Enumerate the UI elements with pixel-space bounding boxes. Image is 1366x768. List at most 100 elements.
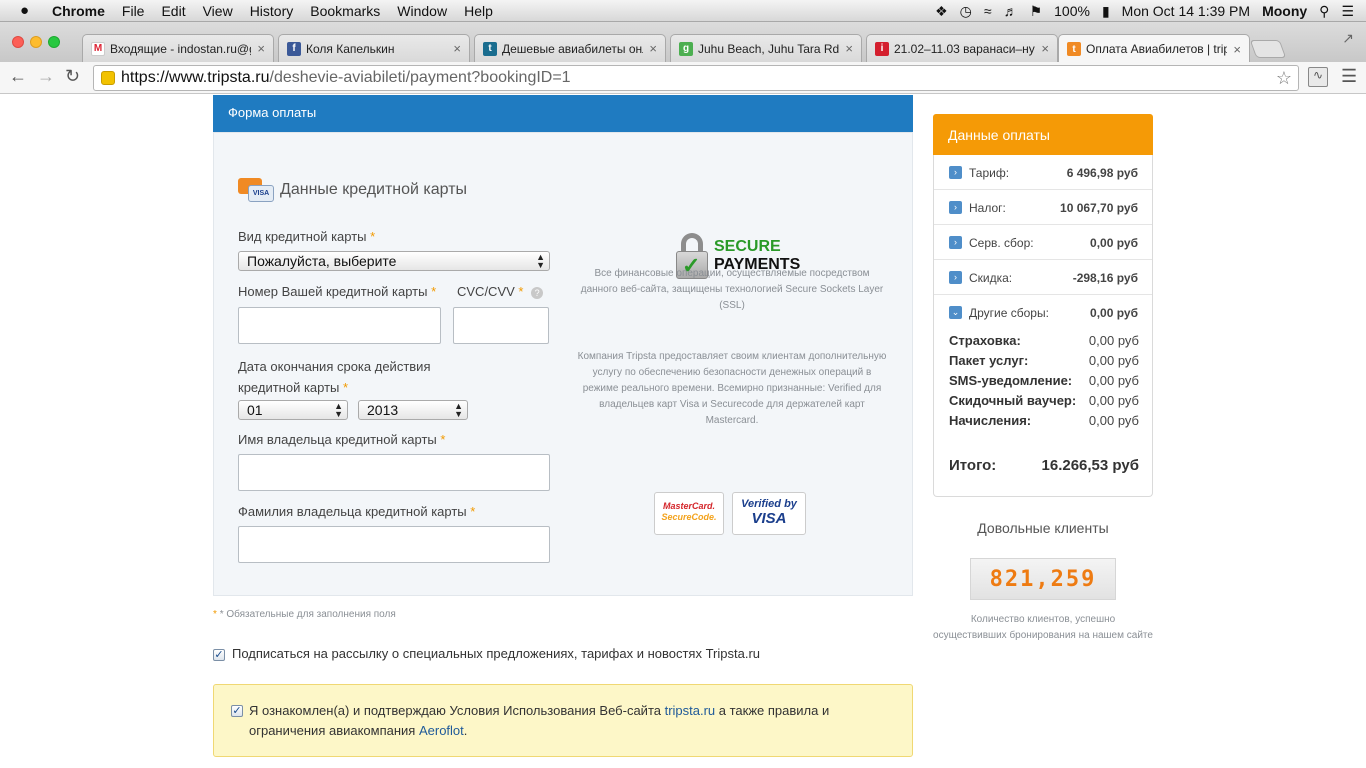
menu-app-chrome[interactable]: Chrome xyxy=(52,3,105,19)
tab-close-icon[interactable]: × xyxy=(1233,42,1241,57)
close-window-icon[interactable] xyxy=(12,36,24,48)
address-bar[interactable]: https://www.tripsta.ru /deshevie-aviabil… xyxy=(93,65,1299,91)
total-row: Итого: 16.266,53 руб xyxy=(949,457,1139,474)
tab-close-icon[interactable]: × xyxy=(453,41,461,56)
terms-text: Я ознакомлен(а) и подтверждаю Условия Ис… xyxy=(249,703,830,738)
tab-tripsta-payment[interactable]: t Оплата Авиабилетов | trip × xyxy=(1058,34,1250,63)
card-type-select[interactable]: Пожалуйста, выберите ▲ ▼ xyxy=(238,251,550,271)
expiry-year-select[interactable]: 2013 ▲ ▼ xyxy=(358,400,468,420)
spotlight-search-icon[interactable]: ⚲ xyxy=(1319,3,1329,20)
tab-close-icon[interactable]: × xyxy=(649,41,657,56)
verified-by-visa-logo: Verified by VISA xyxy=(732,492,806,535)
summary-row-service-fee[interactable]: › Серв. сбор: 0,00 руб xyxy=(934,225,1152,260)
window-controls xyxy=(12,36,60,48)
aeroflot-rules-link[interactable]: Aeroflot xyxy=(419,723,464,738)
terms-box: ✓ Я ознакомлен(а) и подтверждаю Условия … xyxy=(213,684,913,757)
holder-name-input[interactable] xyxy=(238,454,550,491)
select-arrows-icon: ▲ ▼ xyxy=(334,401,343,419)
help-icon[interactable]: ? xyxy=(531,286,544,299)
mastercard-securecode-logo: MasterCard. SecureCode. xyxy=(654,492,724,535)
tripsta-icon: t xyxy=(483,41,497,56)
battery-icon[interactable]: ▮ xyxy=(1102,3,1110,20)
cvc-label: CVC/CVV * ? xyxy=(457,284,544,299)
summary-row-other-fees[interactable]: ⌄ Другие сборы: 0,00 руб xyxy=(934,295,1152,330)
zoom-window-icon[interactable] xyxy=(48,36,60,48)
gmail-icon: M xyxy=(91,41,105,56)
menu-window[interactable]: Window xyxy=(397,3,447,19)
tab-close-icon[interactable]: × xyxy=(257,41,265,56)
wifi-icon[interactable]: ≈ xyxy=(984,3,992,19)
summary-row-tax[interactable]: › Налог: 10 067,70 руб xyxy=(934,190,1152,225)
menu-help[interactable]: Help xyxy=(464,3,493,19)
flag-icon[interactable]: ⚑ xyxy=(1030,3,1043,20)
menu-history[interactable]: History xyxy=(250,3,294,19)
holder-name-label: Имя владельца кредитной карты * xyxy=(238,432,446,447)
menu-bookmarks[interactable]: Bookmarks xyxy=(310,3,380,19)
tab-close-icon[interactable]: × xyxy=(845,41,853,56)
secure-title: SECURE xyxy=(714,238,781,255)
other-fee-charges: Начисления: 0,00 руб xyxy=(949,413,1139,428)
menu-edit[interactable]: Edit xyxy=(161,3,185,19)
menubar-status: ❖ ◷ ≈ ♬ ⚑ 100% ▮ Mon Oct 14 1:39 PM Moon… xyxy=(935,0,1366,22)
holder-surname-input[interactable] xyxy=(238,526,550,563)
expiry-month-select[interactable]: 01 ▲ ▼ xyxy=(238,400,348,420)
card-type-label: Вид кредитной карты * xyxy=(238,229,376,244)
tab-close-icon[interactable]: × xyxy=(1041,41,1049,56)
tab-varanasi[interactable]: i 21.02–11.03 варанаси–ну × xyxy=(866,34,1058,62)
chevron-right-icon: › xyxy=(949,201,962,214)
card-number-input[interactable] xyxy=(238,307,441,344)
tab-tripsta-cheap[interactable]: t Дешевые авиабилеты онл × xyxy=(474,34,666,62)
fullscreen-icon[interactable]: ↗ xyxy=(1342,30,1354,47)
back-icon[interactable]: ← xyxy=(9,66,27,87)
tab-title: Оплата Авиабилетов | trip xyxy=(1086,42,1228,56)
other-fee-insurance: Страховка: 0,00 руб xyxy=(949,333,1139,348)
maps-icon: g xyxy=(679,41,693,56)
card-number-label: Номер Вашей кредитной карты * xyxy=(238,284,437,299)
tab-bar: M Входящие - indostan.ru@g × f Коля Капе… xyxy=(0,22,1366,63)
tab-gmail[interactable]: M Входящие - indostan.ru@g × xyxy=(82,34,274,62)
battery-percent[interactable]: 100% xyxy=(1054,3,1090,19)
user-name[interactable]: Moony xyxy=(1262,3,1307,19)
subscribe-label: Подписаться на рассылку о специальных пр… xyxy=(232,646,761,661)
payment-summary: › Тариф: 6 496,98 руб › Налог: 10 067,70 р… xyxy=(933,155,1153,497)
tab-maps[interactable]: g Juhu Beach, Juhu Tara Rd, J × xyxy=(670,34,862,62)
credit-card-section-title: VISA Данные кредитной карты xyxy=(238,178,467,202)
tab-title: 21.02–11.03 варанаси–ну xyxy=(894,41,1035,56)
chevron-right-icon: › xyxy=(949,166,962,179)
time-machine-icon[interactable]: ◷ xyxy=(960,3,972,20)
tripsta-icon: t xyxy=(1067,42,1081,56)
volume-icon[interactable]: ♬ xyxy=(1004,3,1018,19)
credit-card-icon: VISA xyxy=(238,178,274,202)
ssl-text: Все финансовые операции, осуществляемые … xyxy=(580,268,884,311)
ssl-warning-lock-icon[interactable] xyxy=(101,71,115,85)
payment-form: VISA Данные кредитной карты Вид кредитно… xyxy=(213,132,913,596)
clock[interactable]: Mon Oct 14 1:39 PM xyxy=(1122,3,1250,19)
chrome-menu-icon[interactable]: ☰ xyxy=(1341,66,1357,87)
bookmark-star-icon[interactable]: ☆ xyxy=(1276,68,1292,89)
extension-chart-icon[interactable]: ∿ xyxy=(1308,67,1328,87)
reload-icon[interactable]: ↻ xyxy=(65,66,80,87)
terms-checkbox[interactable]: ✓ xyxy=(231,705,243,717)
summary-row-discount[interactable]: › Скидка: -298,16 руб xyxy=(934,260,1152,295)
subscribe-checkbox[interactable]: ✓ xyxy=(213,649,225,661)
other-fee-sms: SMS-уведомление: 0,00 руб xyxy=(949,373,1139,388)
tab-title: Дешевые авиабилеты онл xyxy=(502,41,644,56)
tab-facebook[interactable]: f Коля Капелькин × xyxy=(278,34,470,62)
select-arrows-icon: ▲ ▼ xyxy=(454,401,463,419)
notification-center-icon[interactable]: ☰ xyxy=(1341,3,1354,20)
holder-surname-label: Фамилия владельца кредитной карты * xyxy=(238,504,476,519)
apple-menu-icon[interactable]: ● xyxy=(20,2,38,19)
chevron-down-icon: ⌄ xyxy=(949,306,962,319)
forward-icon[interactable]: → xyxy=(37,66,55,87)
other-fee-voucher: Скидочный ваучер: 0,00 руб xyxy=(949,393,1139,408)
cvc-input[interactable] xyxy=(453,307,549,344)
new-tab-button[interactable] xyxy=(1249,40,1287,58)
summary-row-tariff[interactable]: › Тариф: 6 496,98 руб xyxy=(934,155,1152,190)
menu-view[interactable]: View xyxy=(203,3,233,19)
menu-file[interactable]: File xyxy=(122,3,145,19)
other-fee-package: Пакет услуг: 0,00 руб xyxy=(949,353,1139,368)
tab-title: Коля Капелькин xyxy=(306,41,395,56)
dropbox-icon[interactable]: ❖ xyxy=(935,3,948,20)
minimize-window-icon[interactable] xyxy=(30,36,42,48)
tripsta-terms-link[interactable]: tripsta.ru xyxy=(665,703,716,718)
